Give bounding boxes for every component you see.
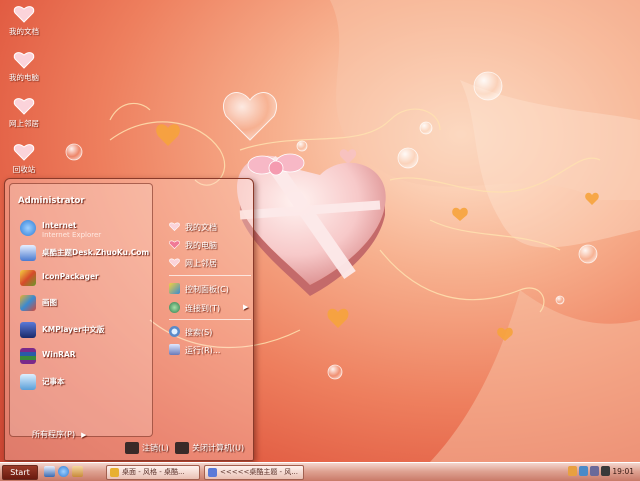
volume-icon[interactable]: [590, 466, 599, 476]
places-item-my-documents[interactable]: 我的文档: [167, 219, 253, 235]
iconpackager-icon: [20, 270, 36, 286]
tools-label: 运行(R)...: [185, 346, 221, 355]
heart-icon: [169, 240, 180, 250]
winrar-icon: [20, 348, 36, 364]
heart-icon: [13, 144, 35, 161]
program-title: 桌酷主题Desk.ZhuoKu.Com: [42, 248, 150, 257]
places-label: 网上邻居: [185, 259, 217, 268]
shutdown-label: 关闭计算机(U): [192, 443, 245, 453]
taskbar-task[interactable]: <<<<<桌酷主题 - 风...: [204, 465, 304, 480]
program-title: KMPlayer中文版: [42, 325, 105, 334]
shutdown-button[interactable]: 关闭计算机(U): [175, 442, 244, 456]
desktop-icon-label: 我的文档: [9, 27, 39, 36]
internet-explorer-icon[interactable]: [58, 466, 69, 477]
taskbar-task-label: <<<<<桌酷主题 - 风...: [220, 468, 298, 476]
all-programs-label: 所有程序(P): [32, 430, 76, 439]
settings-label: 连接到(T): [185, 304, 221, 313]
program-item-notepad[interactable]: 记事本: [16, 372, 152, 394]
program-item-iconpackager[interactable]: IconPackager: [16, 268, 152, 290]
places-label: 我的电脑: [185, 241, 217, 250]
show-desktop-icon[interactable]: [44, 466, 55, 477]
heart-icon: [13, 98, 35, 115]
program-title: 记事本: [42, 377, 65, 386]
places-item-network[interactable]: 网上邻居: [167, 255, 253, 271]
kmplayer-icon: [20, 322, 36, 338]
program-title: IconPackager: [42, 272, 99, 281]
desktop-icon-network-places[interactable]: 网上邻居: [4, 96, 44, 129]
program-item-internet[interactable]: Internet Internet Explorer: [16, 218, 152, 240]
desktop-icon-recycle-bin[interactable]: 回收站: [4, 142, 44, 175]
folder-icon: [110, 467, 119, 477]
heart-icon: [169, 258, 180, 268]
run-icon: [169, 344, 180, 355]
heart-icon: [13, 52, 35, 69]
logoff-button[interactable]: 注销(L): [125, 442, 169, 456]
taskbar-task-label: 桌面 - 风格 - 桌酷...: [122, 468, 185, 476]
arrow-right-icon: ▶: [81, 431, 87, 439]
heart-icon: [169, 222, 180, 232]
tools-item-search[interactable]: 搜索(S): [167, 324, 253, 340]
program-item-paint[interactable]: 画图: [16, 293, 152, 315]
network-globe-icon: [169, 302, 180, 313]
heart-icon: [13, 6, 35, 23]
desktop-icon-label: 回收站: [12, 165, 36, 174]
zhuoku-icon: [20, 245, 36, 261]
tools-label: 搜索(S): [185, 328, 213, 337]
desktop-icon-my-computer[interactable]: 我的电脑: [4, 50, 44, 83]
taskbar-task[interactable]: 桌面 - 风格 - 桌酷...: [106, 465, 200, 480]
system-tray: 19:01: [566, 464, 640, 479]
program-subtitle: Internet Explorer: [42, 231, 102, 239]
program-item-kmplayer[interactable]: KMPlayer中文版: [16, 320, 152, 342]
internet-explorer-icon: [20, 220, 36, 236]
submenu-arrow-icon: ▶: [243, 303, 249, 311]
settings-item-control-panel[interactable]: 控制面板(C): [167, 281, 253, 297]
logoff-label: 注销(L): [142, 443, 169, 453]
paint-icon: [20, 295, 36, 311]
program-title: 画图: [42, 298, 57, 307]
window-icon: [208, 467, 217, 477]
settings-label: 控制面板(C): [185, 285, 229, 294]
program-item-zhuoku[interactable]: 桌酷主题Desk.ZhuoKu.Com: [16, 243, 152, 265]
start-menu-places-pane: 我的文档 我的电脑 网上邻居 控制面板(C) 连接到(T) ▶ 搜索(S) 运行…: [155, 183, 251, 435]
start-menu-footer: 注销(L) 关闭计算机(U): [5, 439, 253, 460]
desktop-icon-label: 我的电脑: [9, 73, 39, 82]
places-item-my-computer[interactable]: 我的电脑: [167, 237, 253, 253]
clock[interactable]: 19:01: [612, 467, 634, 476]
settings-item-connect-to[interactable]: 连接到(T) ▶: [167, 300, 253, 316]
menu-separator: [169, 275, 251, 276]
places-label: 我的文档: [185, 223, 217, 232]
start-menu-username: Administrator: [18, 196, 85, 206]
program-title: Internet: [42, 221, 77, 230]
user-status-icon[interactable]: [568, 466, 577, 476]
power-icon: [175, 442, 189, 454]
start-menu-programs-pane: Administrator Internet Internet Explorer…: [9, 183, 153, 439]
desktop-icon-label: 网上邻居: [9, 119, 39, 128]
network-icon[interactable]: [579, 466, 588, 476]
search-icon: [169, 326, 180, 337]
tools-item-run[interactable]: 运行(R)...: [167, 342, 253, 358]
app-tray-icon[interactable]: [601, 466, 610, 476]
menu-separator: [169, 319, 251, 320]
media-icon[interactable]: [72, 466, 83, 477]
program-title: WinRAR: [42, 350, 76, 359]
start-button[interactable]: Start: [2, 465, 38, 480]
taskbar: Start 桌面 - 风格 - 桌酷... <<<<<桌酷主题 - 风... 1…: [0, 462, 640, 481]
logoff-icon: [125, 442, 139, 454]
notepad-icon: [20, 374, 36, 390]
control-panel-icon: [169, 283, 180, 294]
desktop-icon-my-documents[interactable]: 我的文档: [4, 4, 44, 37]
start-menu: Administrator Internet Internet Explorer…: [4, 178, 254, 461]
program-item-winrar[interactable]: WinRAR: [16, 346, 152, 368]
